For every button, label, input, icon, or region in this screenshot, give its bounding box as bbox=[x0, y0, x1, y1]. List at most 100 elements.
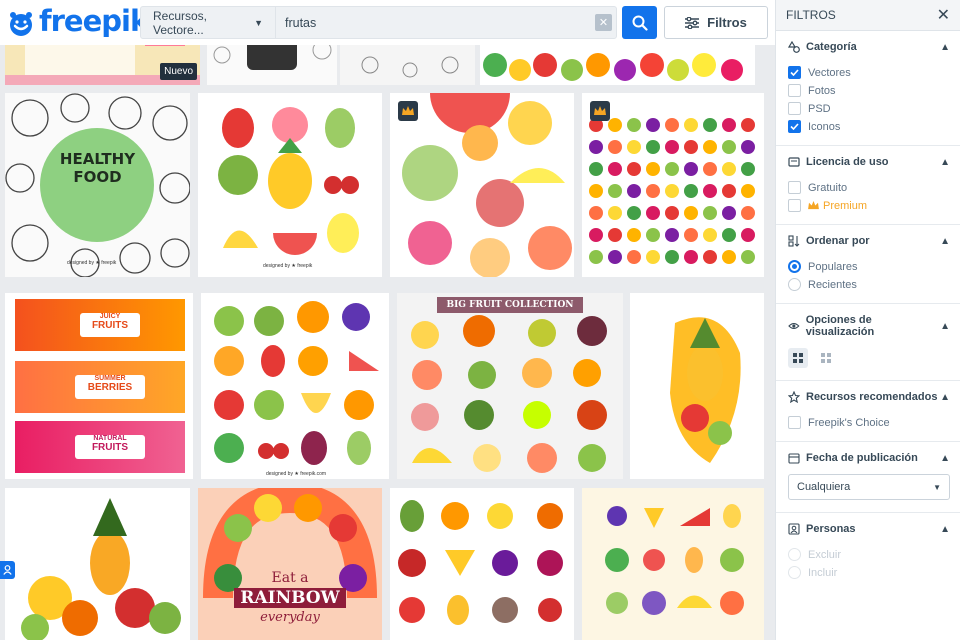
result-thumbnail[interactable] bbox=[5, 488, 190, 640]
crown-icon bbox=[808, 201, 819, 210]
clear-search-button[interactable]: ✕ bbox=[595, 14, 612, 31]
grid-small-icon bbox=[821, 353, 831, 363]
fruit-icon bbox=[703, 140, 717, 154]
checkbox[interactable] bbox=[788, 181, 801, 194]
recommended-section-header[interactable]: Recursos recomendados ▲ bbox=[788, 391, 950, 403]
freepik-logo-icon bbox=[10, 11, 32, 36]
fruit-icon bbox=[741, 184, 755, 198]
fruit-icon bbox=[684, 206, 698, 220]
result-thumbnail[interactable] bbox=[582, 488, 764, 640]
chevron-up-icon: ▲ bbox=[940, 523, 950, 535]
result-thumbnail[interactable] bbox=[480, 45, 755, 85]
license-section-header[interactable]: Licencia de uso ▲ bbox=[788, 156, 950, 168]
fruit-icon bbox=[589, 206, 603, 220]
premium-badge bbox=[398, 101, 418, 121]
license-option-premium[interactable]: Premium bbox=[788, 199, 950, 212]
premium-badge bbox=[590, 101, 610, 121]
crown-icon bbox=[594, 106, 606, 115]
fruit-icon bbox=[589, 140, 603, 154]
search-button[interactable] bbox=[622, 6, 657, 39]
fruit-icon bbox=[684, 228, 698, 242]
people-option-excluir[interactable]: Excluir bbox=[788, 548, 950, 561]
checkbox-checked[interactable] bbox=[788, 120, 801, 133]
chevron-up-icon: ▲ bbox=[940, 391, 950, 403]
fruit-icon bbox=[627, 140, 641, 154]
fruit-icon bbox=[665, 228, 679, 242]
result-thumbnail[interactable]: Eat a RAINBOW everyday bbox=[198, 488, 382, 640]
caret-down-icon: ▼ bbox=[254, 17, 263, 28]
category-option-psd[interactable]: PSD bbox=[788, 102, 950, 115]
grid-large-icon bbox=[793, 353, 803, 363]
result-thumbnail[interactable] bbox=[582, 93, 764, 277]
result-thumbnail[interactable] bbox=[390, 488, 574, 640]
fruit-icon bbox=[684, 118, 698, 132]
banner-label: JUICY FRUITS bbox=[80, 313, 140, 337]
fruit-icon bbox=[627, 250, 641, 264]
resource-type-dropdown[interactable]: Recursos, Vectore... ▼ bbox=[141, 7, 276, 38]
fruit-icon bbox=[608, 162, 622, 176]
result-thumbnail[interactable] bbox=[207, 45, 337, 85]
order-section: Ordenar por ▲ Populares Recientes bbox=[776, 225, 960, 304]
result-thumbnail[interactable]: Nuevo bbox=[5, 45, 200, 85]
fruit-icon bbox=[665, 250, 679, 264]
checkbox[interactable] bbox=[788, 416, 801, 429]
search-input[interactable] bbox=[276, 7, 595, 38]
user-feedback-tab[interactable] bbox=[0, 561, 15, 579]
fruit-icon bbox=[684, 162, 698, 176]
radio[interactable] bbox=[788, 548, 801, 561]
people-option-incluir[interactable]: Incluir bbox=[788, 566, 950, 579]
category-option-iconos[interactable]: Iconos bbox=[788, 120, 950, 133]
license-option-gratuito[interactable]: Gratuito bbox=[788, 181, 950, 194]
result-thumbnail[interactable] bbox=[390, 93, 574, 277]
healthy-food-title: HEALTHY FOOD bbox=[59, 150, 136, 186]
recommended-option-freepiks-choice[interactable]: Freepik's Choice bbox=[788, 416, 950, 429]
result-thumbnail[interactable] bbox=[340, 45, 475, 85]
order-option-recientes[interactable]: Recientes bbox=[788, 278, 950, 291]
chevron-up-icon: ▲ bbox=[940, 320, 950, 332]
date-section-header[interactable]: Fecha de publicación ▲ bbox=[788, 452, 950, 464]
result-thumbnail[interactable]: designed by ★ freepik.com bbox=[201, 293, 389, 479]
order-option-populares[interactable]: Populares bbox=[788, 260, 950, 273]
freepik-logo[interactable]: freepik bbox=[6, 4, 149, 38]
thumbnail-art bbox=[670, 317, 741, 463]
close-filters-button[interactable]: ✕ bbox=[937, 5, 950, 25]
fruit-icon bbox=[646, 206, 660, 220]
result-thumbnail[interactable] bbox=[630, 293, 764, 479]
result-thumbnail[interactable]: designed by ★ freepik bbox=[198, 93, 382, 277]
order-section-header[interactable]: Ordenar por ▲ bbox=[788, 235, 950, 247]
chevron-up-icon: ▲ bbox=[940, 235, 950, 247]
filters-header: FILTROS ✕ bbox=[776, 0, 960, 31]
fruit-icon bbox=[684, 184, 698, 198]
filters-button[interactable]: Filtros bbox=[664, 6, 768, 39]
fruit-icon bbox=[665, 118, 679, 132]
small-grid-view-button[interactable] bbox=[816, 348, 836, 368]
checkbox[interactable] bbox=[788, 102, 801, 115]
radio[interactable] bbox=[788, 278, 801, 291]
large-grid-view-button[interactable] bbox=[788, 348, 808, 368]
view-section-header[interactable]: Opciones de visualización ▲ bbox=[788, 314, 950, 338]
recommended-section: Recursos recomendados ▲ Freepik's Choice bbox=[776, 381, 960, 442]
result-thumbnail[interactable]: JUICY FRUITS SUMMER BERRIES NATURAL FRUI… bbox=[5, 293, 193, 479]
check-icon bbox=[790, 69, 799, 76]
thumbnail-art bbox=[402, 93, 572, 277]
search-box: Recursos, Vectore... ▼ ✕ bbox=[140, 6, 617, 39]
category-option-fotos[interactable]: Fotos bbox=[788, 84, 950, 97]
checkbox-checked[interactable] bbox=[788, 66, 801, 79]
fruit-icon bbox=[722, 162, 736, 176]
checkbox[interactable] bbox=[788, 199, 801, 212]
credit-label: designed by ★ freepik bbox=[263, 263, 313, 269]
category-section-header[interactable]: Categoría ▲ bbox=[788, 41, 950, 53]
checkbox[interactable] bbox=[788, 84, 801, 97]
fruit-icon bbox=[703, 228, 717, 242]
radio-selected[interactable] bbox=[788, 260, 801, 273]
publication-date-select[interactable]: Cualquiera ▼ bbox=[788, 474, 950, 500]
thumbnail-art bbox=[21, 498, 181, 640]
result-thumbnail[interactable]: BIG FRUIT COLLECTION bbox=[397, 293, 623, 479]
thumbnail-art bbox=[214, 301, 379, 465]
category-option-vectores[interactable]: Vectores bbox=[788, 66, 950, 79]
people-section-header[interactable]: Personas ▲ bbox=[788, 523, 950, 535]
fruit-icon bbox=[589, 162, 603, 176]
radio[interactable] bbox=[788, 566, 801, 579]
chevron-up-icon: ▲ bbox=[940, 452, 950, 464]
result-thumbnail[interactable]: HEALTHY FOOD designed by ★ freepik bbox=[5, 93, 190, 277]
